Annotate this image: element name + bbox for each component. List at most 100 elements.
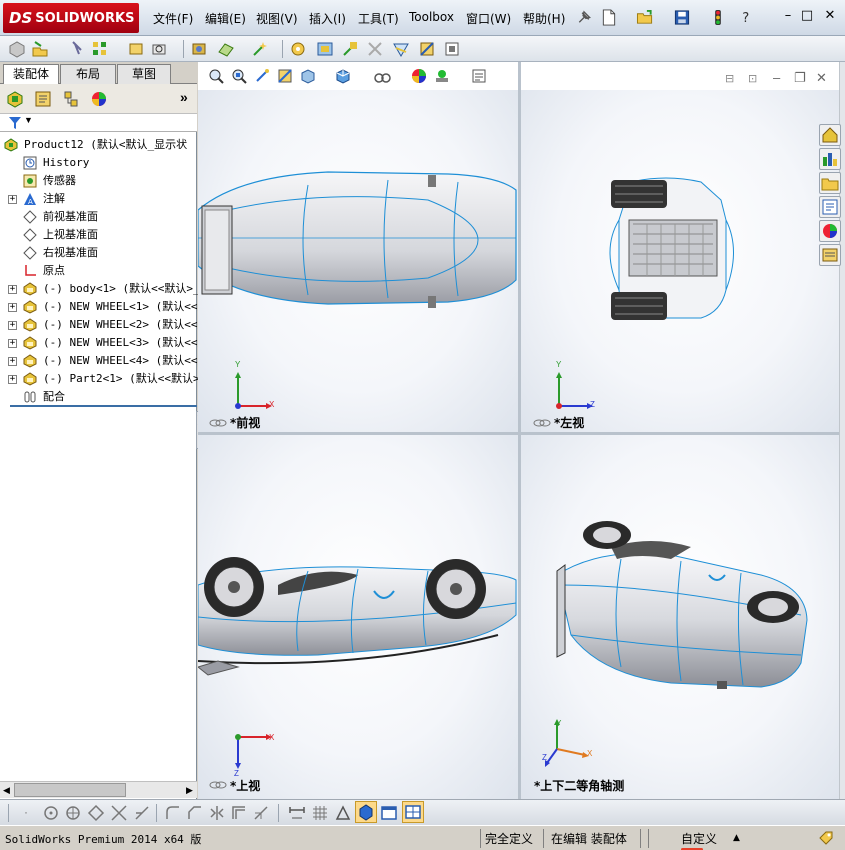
zoom-to-fit-icon[interactable]	[208, 68, 224, 84]
view-settings-icon[interactable]	[471, 68, 487, 84]
viewport-top[interactable]: X Z *上视	[198, 435, 518, 799]
menu-edit[interactable]: 编辑(E)	[205, 10, 246, 27]
view-link-icon[interactable]	[533, 418, 551, 428]
zoom-to-area-icon[interactable]	[231, 68, 247, 84]
tp-home[interactable]	[819, 124, 841, 146]
point-icon[interactable]: ·	[24, 805, 28, 819]
tag-icon[interactable]	[818, 830, 834, 846]
scroll-left-arrow-icon[interactable]: ◀	[1, 784, 12, 796]
circle-with-center-icon[interactable]	[64, 804, 82, 822]
explode-line-sketch-icon[interactable]	[341, 40, 359, 58]
tp-file-explorer[interactable]	[819, 172, 841, 194]
clearance-verification-icon[interactable]	[392, 40, 410, 58]
filter-dropdown-icon[interactable]: ▼	[24, 115, 33, 125]
menu-help[interactable]: 帮助(H)	[523, 10, 565, 27]
tab-assembly[interactable]: 装配体	[3, 64, 59, 85]
minimize-button[interactable]: –	[779, 8, 797, 24]
previous-view-icon[interactable]	[254, 68, 270, 84]
viewport-front[interactable]: Y X *前视	[198, 90, 518, 432]
expand-plus-icon[interactable]: +	[8, 339, 17, 348]
hole-alignment-icon[interactable]	[418, 40, 436, 58]
property-manager-icon[interactable]	[34, 90, 52, 108]
polygon-tool-icon[interactable]	[87, 804, 105, 822]
assembly-component-icon[interactable]	[8, 40, 26, 58]
bill-of-materials-icon[interactable]	[289, 40, 307, 58]
units-dropdown[interactable]: 自定义	[681, 830, 717, 847]
assembly-features-icon[interactable]	[190, 40, 208, 58]
grid-icon[interactable]	[311, 804, 329, 822]
viewport-isometric[interactable]: Y X Z *上下二等角轴测	[521, 435, 845, 799]
expand-plus-icon[interactable]: +	[8, 195, 17, 204]
expand-chevron-icon[interactable]: »	[180, 89, 188, 105]
tab-sketch[interactable]: 草图	[117, 64, 171, 84]
single-view-icon[interactable]	[380, 804, 398, 822]
move-component-icon[interactable]	[127, 40, 145, 58]
view-link-icon[interactable]	[209, 780, 227, 790]
scroll-right-arrow-icon[interactable]: ▶	[184, 784, 195, 796]
reference-geometry-icon[interactable]	[217, 40, 235, 58]
pin-icon[interactable]	[575, 9, 593, 26]
traffic-light-icon[interactable]	[709, 9, 727, 26]
tp-resources[interactable]	[819, 148, 841, 170]
menu-tools[interactable]: 工具(T)	[358, 10, 399, 27]
edit-appearance-icon[interactable]	[411, 68, 427, 84]
exploded-view-icon[interactable]	[316, 40, 334, 58]
new-motion-study-icon[interactable]	[251, 40, 269, 58]
rollback-bar[interactable]	[10, 405, 197, 407]
viewport-link-icon[interactable]: ⊟	[725, 72, 734, 85]
show-hidden-icon[interactable]	[150, 40, 168, 58]
four-view-toggle-button[interactable]	[402, 801, 424, 823]
expand-plus-icon[interactable]: +	[8, 357, 17, 366]
help-icon[interactable]: ?	[738, 9, 756, 26]
menu-file[interactable]: 文件(F)	[153, 10, 193, 27]
expand-plus-icon[interactable]: +	[8, 285, 17, 294]
open-folder-icon[interactable]	[636, 9, 654, 26]
section-view-icon[interactable]	[277, 68, 293, 84]
expand-plus-icon[interactable]: +	[8, 321, 17, 330]
menu-insert[interactable]: 插入(I)	[309, 10, 346, 27]
display-style-icon[interactable]	[335, 68, 351, 84]
mate-icon[interactable]	[68, 40, 86, 58]
tp-appearances[interactable]	[819, 220, 841, 242]
instant3d-icon[interactable]	[443, 40, 461, 58]
circle-tool-icon[interactable]	[42, 804, 60, 822]
expand-plus-icon[interactable]: +	[8, 303, 17, 312]
chamfer-tool-icon[interactable]	[186, 804, 204, 822]
restore-button[interactable]: □	[798, 8, 816, 24]
solidworks-logo[interactable]: DS SOLIDWORKS	[3, 3, 139, 33]
hide-show-items-icon[interactable]	[373, 68, 391, 84]
units-dropdown-arrow-icon[interactable]: ▲	[733, 833, 740, 843]
offset-tool-icon[interactable]	[230, 804, 248, 822]
apply-scene-icon[interactable]	[434, 68, 450, 84]
viewport-left[interactable]: Y Z *左视	[521, 90, 845, 432]
smart-dimension-icon[interactable]	[288, 804, 306, 822]
horizontal-scrollbar[interactable]: ◀ ▶	[0, 781, 197, 798]
viewport-close-icon[interactable]: ✕	[816, 70, 827, 86]
relations-icon[interactable]	[334, 804, 352, 822]
viewport-sync-icon[interactable]: ⊡	[748, 72, 757, 85]
graphics-area[interactable]: ⊟ ⊡ – ❐ ✕ Y X *前视 Y Z *左视 X Z *上视 Y X Z …	[198, 62, 845, 799]
interference-detection-icon[interactable]	[366, 40, 384, 58]
trim-tool-icon[interactable]	[110, 804, 128, 822]
tp-view-palette[interactable]	[819, 196, 841, 218]
new-document-icon[interactable]	[600, 9, 618, 26]
close-button[interactable]: ✕	[821, 8, 839, 24]
scroll-thumb[interactable]	[14, 783, 126, 797]
display-manager-icon[interactable]	[90, 90, 108, 108]
view-link-icon[interactable]	[209, 418, 227, 428]
filter-icon[interactable]	[8, 116, 22, 130]
view-orientation-icon[interactable]	[300, 68, 316, 84]
tp-custom-properties[interactable]	[819, 244, 841, 266]
shaded-toggle-button[interactable]	[355, 801, 377, 823]
menu-toolbox[interactable]: Toolbox	[409, 10, 454, 24]
insert-component-icon[interactable]	[31, 40, 49, 58]
configuration-manager-icon[interactable]	[62, 90, 80, 108]
save-icon[interactable]	[673, 9, 691, 26]
viewport-minimize-icon[interactable]: –	[773, 70, 780, 85]
tab-layout[interactable]: 布局	[60, 64, 116, 84]
component-pattern-icon[interactable]	[91, 40, 109, 58]
extend-tool-icon[interactable]	[133, 804, 151, 822]
mirror-tool-icon[interactable]	[208, 804, 226, 822]
expand-plus-icon[interactable]: +	[8, 375, 17, 384]
convert-entities-icon[interactable]	[252, 804, 270, 822]
